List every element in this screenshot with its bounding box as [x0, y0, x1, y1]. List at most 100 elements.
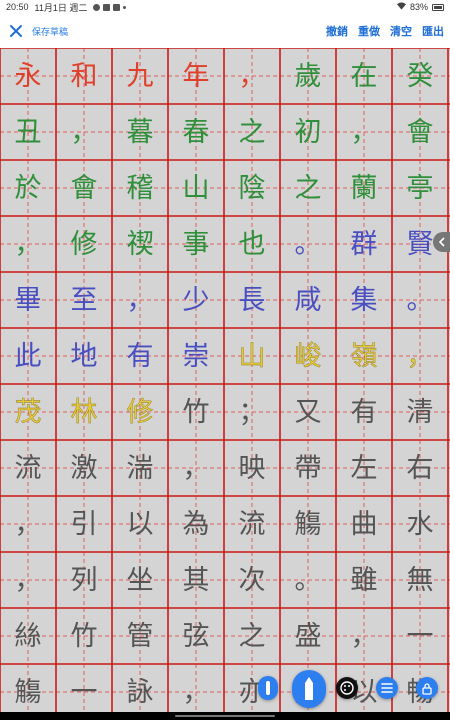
undo-button[interactable]: 撤銷: [326, 23, 348, 39]
grid-cell[interactable]: 也: [224, 216, 280, 272]
grid-cell[interactable]: 在: [336, 48, 392, 104]
grid-cell[interactable]: ，: [336, 104, 392, 160]
grid-cell[interactable]: 左: [336, 440, 392, 496]
grid-cell[interactable]: ，: [224, 48, 280, 104]
grid-cell[interactable]: 山: [224, 328, 280, 384]
grid-cell[interactable]: 暮: [112, 104, 168, 160]
clear-button[interactable]: 清空: [390, 23, 412, 39]
grid-cell[interactable]: 。: [280, 552, 336, 608]
grid-cell[interactable]: 至: [56, 272, 112, 328]
grid-cell[interactable]: ，: [336, 608, 392, 664]
grid-cell[interactable]: 絲: [0, 608, 56, 664]
grid-cell[interactable]: 又: [280, 384, 336, 440]
save-draft-button[interactable]: 保存草稿: [32, 25, 68, 38]
grid-cell[interactable]: 為: [168, 496, 224, 552]
grid-cell[interactable]: 陰: [224, 160, 280, 216]
grid-cell[interactable]: 流: [0, 440, 56, 496]
grid-cell[interactable]: 坐: [112, 552, 168, 608]
close-button[interactable]: [0, 14, 32, 48]
grid-cell[interactable]: 清: [392, 384, 448, 440]
grid-cell[interactable]: 一: [392, 608, 448, 664]
grid-cell[interactable]: 。: [280, 216, 336, 272]
grid-cell[interactable]: 事: [168, 216, 224, 272]
grid-cell[interactable]: 一: [56, 664, 112, 712]
grid-cell[interactable]: 長: [224, 272, 280, 328]
grid-cell[interactable]: 弦: [168, 608, 224, 664]
grid-cell[interactable]: 有: [336, 384, 392, 440]
grid-cell[interactable]: ，: [168, 440, 224, 496]
palette-button[interactable]: [336, 677, 358, 699]
grid-cell[interactable]: 九: [112, 48, 168, 104]
grid-cell[interactable]: ，: [112, 272, 168, 328]
grid-cell[interactable]: 詠: [112, 664, 168, 712]
grid-cell[interactable]: 於: [0, 160, 56, 216]
grid-cell[interactable]: 修: [112, 384, 168, 440]
writing-board[interactable]: 永和九年，歲在癸丑，暮春之初，會於會稽山陰之蘭亭，修禊事也。群賢畢至，少長咸集。…: [0, 48, 450, 712]
grid-cell[interactable]: 地: [56, 328, 112, 384]
lock-button[interactable]: [416, 677, 438, 699]
grid-cell[interactable]: 崇: [168, 328, 224, 384]
side-panel-handle[interactable]: [433, 232, 450, 252]
export-button[interactable]: 匯出: [422, 23, 444, 39]
grid-cell[interactable]: 集: [336, 272, 392, 328]
grid-cell[interactable]: 映: [224, 440, 280, 496]
home-indicator[interactable]: [175, 715, 275, 717]
grid-cell[interactable]: 湍: [112, 440, 168, 496]
grid-cell[interactable]: 年: [168, 48, 224, 104]
grid-cell[interactable]: 次: [224, 552, 280, 608]
grid-cell[interactable]: 茂: [0, 384, 56, 440]
grid-cell[interactable]: ，: [0, 552, 56, 608]
grid-cell[interactable]: ；: [224, 384, 280, 440]
grid-cell[interactable]: 會: [56, 160, 112, 216]
grid-cell[interactable]: 丑: [0, 104, 56, 160]
grid-cell[interactable]: 以: [112, 496, 168, 552]
grid-cell[interactable]: 和: [56, 48, 112, 104]
grid-cell[interactable]: 帶: [280, 440, 336, 496]
grid-cell[interactable]: 峻: [280, 328, 336, 384]
grid-cell[interactable]: 少: [168, 272, 224, 328]
grid-cell[interactable]: 山: [168, 160, 224, 216]
grid-cell[interactable]: 。: [392, 272, 448, 328]
grid-cell[interactable]: ，: [392, 328, 448, 384]
grid-cell[interactable]: 歲: [280, 48, 336, 104]
grid-cell[interactable]: 觴: [280, 496, 336, 552]
grid-cell[interactable]: 之: [224, 608, 280, 664]
grid-cell[interactable]: 春: [168, 104, 224, 160]
grid-cell[interactable]: 永: [0, 48, 56, 104]
grid-cell[interactable]: 列: [56, 552, 112, 608]
grid-cell[interactable]: 嶺: [336, 328, 392, 384]
grid-cell[interactable]: 亭: [392, 160, 448, 216]
grid-cell[interactable]: 之: [280, 160, 336, 216]
grid-cell[interactable]: 其: [168, 552, 224, 608]
grid-cell[interactable]: 群: [336, 216, 392, 272]
grid-cell[interactable]: 畢: [0, 272, 56, 328]
grid-cell[interactable]: 盛: [280, 608, 336, 664]
grid-cell[interactable]: 竹: [168, 384, 224, 440]
grid-cell[interactable]: 會: [392, 104, 448, 160]
grid-cell[interactable]: 引: [56, 496, 112, 552]
menu-button[interactable]: [376, 677, 398, 699]
grid-cell[interactable]: 有: [112, 328, 168, 384]
grid-cell[interactable]: 蘭: [336, 160, 392, 216]
grid-cell[interactable]: 初: [280, 104, 336, 160]
brush-thick-button[interactable]: [292, 670, 326, 708]
grid-cell[interactable]: ，: [56, 104, 112, 160]
grid-cell[interactable]: 曲: [336, 496, 392, 552]
grid-cell[interactable]: ，: [168, 664, 224, 712]
grid-cell[interactable]: 竹: [56, 608, 112, 664]
grid-cell[interactable]: 激: [56, 440, 112, 496]
grid-cell[interactable]: 咸: [280, 272, 336, 328]
redo-button[interactable]: 重做: [358, 23, 380, 39]
grid-cell[interactable]: 管: [112, 608, 168, 664]
grid-cell[interactable]: 流: [224, 496, 280, 552]
grid-cell[interactable]: 此: [0, 328, 56, 384]
grid-cell[interactable]: 禊: [112, 216, 168, 272]
grid-cell[interactable]: 右: [392, 440, 448, 496]
grid-cell[interactable]: 雖: [336, 552, 392, 608]
grid-cell[interactable]: 之: [224, 104, 280, 160]
grid-cell[interactable]: 修: [56, 216, 112, 272]
grid-cell[interactable]: 癸: [392, 48, 448, 104]
grid-cell[interactable]: 稽: [112, 160, 168, 216]
grid-cell[interactable]: 林: [56, 384, 112, 440]
grid-cell[interactable]: 觴: [0, 664, 56, 712]
